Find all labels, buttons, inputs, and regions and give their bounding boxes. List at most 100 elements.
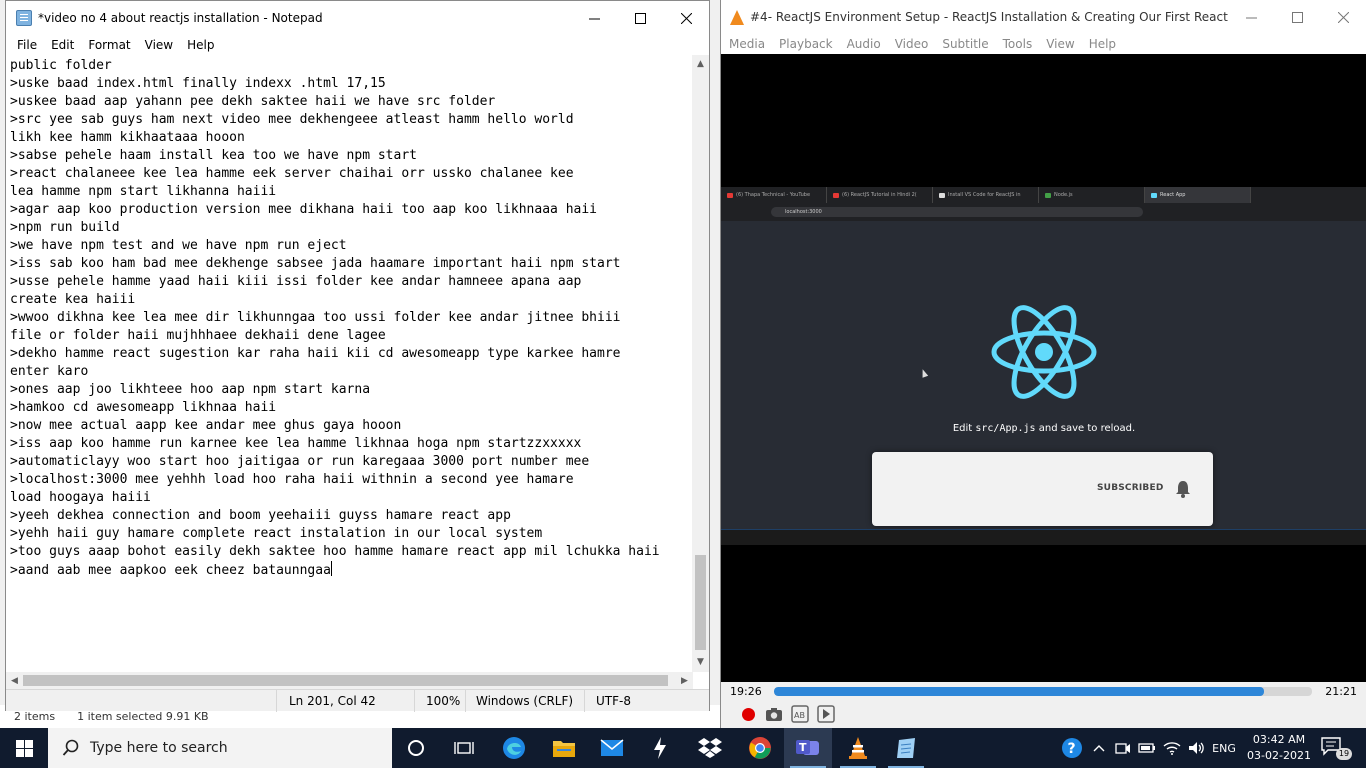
menu-help[interactable]: Help <box>180 38 221 52</box>
horizontal-scrollbar[interactable]: ◀ ▶ <box>6 672 693 689</box>
frame-step-icon <box>817 705 835 723</box>
text-line: >too guys aaap bohot easily dekh saktee … <box>10 544 660 559</box>
notepad-title-bar[interactable]: *video no 4 about reactjs installation -… <box>6 1 709 35</box>
lightning-icon <box>654 737 666 759</box>
task-view-button[interactable] <box>440 728 488 768</box>
record-button[interactable] <box>737 704 759 724</box>
svg-text:T: T <box>799 741 807 754</box>
loop-ab-button[interactable]: AB <box>789 704 811 724</box>
menu-edit[interactable]: Edit <box>44 38 81 52</box>
cortana-button[interactable] <box>392 728 440 768</box>
vlc-close-button[interactable] <box>1320 0 1366 34</box>
text-line: enter karo <box>10 364 89 379</box>
tab-favicon-icon <box>727 192 733 198</box>
vlc-menu-tools[interactable]: Tools <box>996 37 1040 51</box>
close-button[interactable] <box>663 1 709 35</box>
react-logo-icon <box>991 305 1097 399</box>
react-edit-instruction: Edit src/App.js and save to reload. <box>952 423 1136 434</box>
text-caret <box>330 561 332 576</box>
vlc-menu-audio[interactable]: Audio <box>840 37 888 51</box>
vlc-menu-subtitle[interactable]: Subtitle <box>935 37 995 51</box>
vlc-title-bar[interactable]: #4- ReactJS Environment Setup - ReactJS … <box>721 0 1366 34</box>
taskbar: Type here to search T ? ENG 03:42 AM 03-… <box>0 728 1366 768</box>
taskbar-search-box[interactable]: Type here to search <box>48 728 392 768</box>
windows-logo-icon <box>15 739 33 757</box>
vlc-menu-playback[interactable]: Playback <box>772 37 840 51</box>
chrome-taskbar-button[interactable] <box>736 728 784 768</box>
vlc-menu-bar: Media Playback Audio Video Subtitle Tool… <box>721 34 1366 54</box>
browser-tab: Install VS Code for ReactJS in <box>933 187 1039 203</box>
start-button[interactable] <box>0 728 48 768</box>
menu-format[interactable]: Format <box>81 38 137 52</box>
maximize-icon <box>634 12 646 24</box>
text-line: >localhost:3000 mee yehhh load hoo raha … <box>10 472 574 487</box>
help-icon: ? <box>1062 738 1082 758</box>
mouse-pointer-icon <box>919 368 929 378</box>
explorer-item-count: 2 items <box>14 710 56 723</box>
loop-ab-icon: AB <box>791 705 809 723</box>
text-line: likh kee hamm kikhaataaa hooon <box>10 130 245 145</box>
search-icon <box>62 739 79 756</box>
teams-taskbar-button[interactable]: T <box>784 728 832 768</box>
minimize-icon <box>1245 17 1257 18</box>
vertical-scrollbar[interactable]: ▲ ▼ <box>692 55 709 672</box>
edge-taskbar-button[interactable] <box>490 728 538 768</box>
snapshot-button[interactable] <box>763 704 785 724</box>
desktop: 2 items 1 item selected 9.91 KB *video n… <box>0 0 1366 768</box>
frame-step-button[interactable] <box>815 704 837 724</box>
notepad-status-bar: Ln 201, Col 42 100% Windows (CRLF) UTF-8 <box>6 689 709 712</box>
scroll-left-icon[interactable]: ◀ <box>6 672 23 689</box>
notepad-taskbar-button[interactable] <box>882 728 930 768</box>
vlc-menu-media[interactable]: Media <box>722 37 772 51</box>
clock-time: 03:42 AM <box>1252 733 1306 746</box>
file-explorer-taskbar-button[interactable] <box>540 728 588 768</box>
notepad-text-area[interactable]: public folder >uske baad index.html final… <box>6 55 693 672</box>
teams-icon: T <box>796 740 819 755</box>
close-icon <box>680 12 692 24</box>
vlc-maximize-button[interactable] <box>1274 0 1320 34</box>
notepad-app-icon[interactable] <box>16 10 32 26</box>
power-automate-taskbar-button[interactable] <box>636 728 684 768</box>
show-hidden-icons-button[interactable] <box>1090 728 1108 768</box>
battery-tray-button[interactable] <box>1136 728 1158 768</box>
vlc-title: #4- ReactJS Environment Setup - ReactJS … <box>750 10 1228 24</box>
line-ending: Windows (CRLF) <box>476 694 574 708</box>
vlc-minimize-button[interactable] <box>1228 0 1274 34</box>
video-area[interactable]: (6) Thapa Technical - YouTube (6) ReactJ… <box>721 54 1366 682</box>
text-line: >aand aab mee aapkoo eek cheez bataunnga… <box>10 563 331 578</box>
menu-view[interactable]: View <box>138 38 180 52</box>
vlc-cone-icon[interactable] <box>730 9 744 25</box>
seek-bar[interactable] <box>774 687 1312 696</box>
text-line: >now mee actual aapp kee andar mee ghus … <box>10 418 402 433</box>
action-center-button[interactable]: 19 <box>1320 736 1354 760</box>
vlc-menu-help[interactable]: Help <box>1082 37 1123 51</box>
input-language-button[interactable]: ENG <box>1208 728 1240 768</box>
meet-now-tray-button[interactable] <box>1112 728 1134 768</box>
vlc-taskbar-button[interactable] <box>834 728 882 768</box>
mail-taskbar-button[interactable] <box>588 728 636 768</box>
vertical-scroll-thumb[interactable] <box>695 555 706 650</box>
scroll-down-icon[interactable]: ▼ <box>692 655 709 669</box>
menu-file[interactable]: File <box>10 38 44 52</box>
react-app-page: Edit src/App.js and save to reload. SUBS… <box>721 221 1366 529</box>
vlc-menu-video[interactable]: Video <box>888 37 936 51</box>
mail-icon <box>600 739 624 756</box>
scroll-right-icon[interactable]: ▶ <box>676 672 693 689</box>
record-icon <box>741 707 755 721</box>
encoding: UTF-8 <box>596 694 631 708</box>
horizontal-scroll-thumb[interactable] <box>23 675 668 686</box>
language-label: ENG <box>1212 741 1236 755</box>
camera-icon <box>766 707 782 721</box>
text-line: >wwoo dikhna kee lea mee dir likhunngaa … <box>10 310 621 325</box>
minimize-button[interactable] <box>571 1 617 35</box>
help-tray-button[interactable]: ? <box>1058 728 1086 768</box>
volume-tray-button[interactable] <box>1186 728 1208 768</box>
taskbar-clock[interactable]: 03:42 AM 03-02-2021 <box>1244 732 1314 764</box>
scroll-up-icon[interactable]: ▲ <box>692 57 709 71</box>
wifi-tray-button[interactable] <box>1160 728 1184 768</box>
dropbox-taskbar-button[interactable] <box>686 728 734 768</box>
tab-favicon-icon <box>1151 192 1157 198</box>
vlc-menu-view[interactable]: View <box>1039 37 1081 51</box>
maximize-button[interactable] <box>617 1 663 35</box>
bell-icon <box>1176 481 1190 498</box>
